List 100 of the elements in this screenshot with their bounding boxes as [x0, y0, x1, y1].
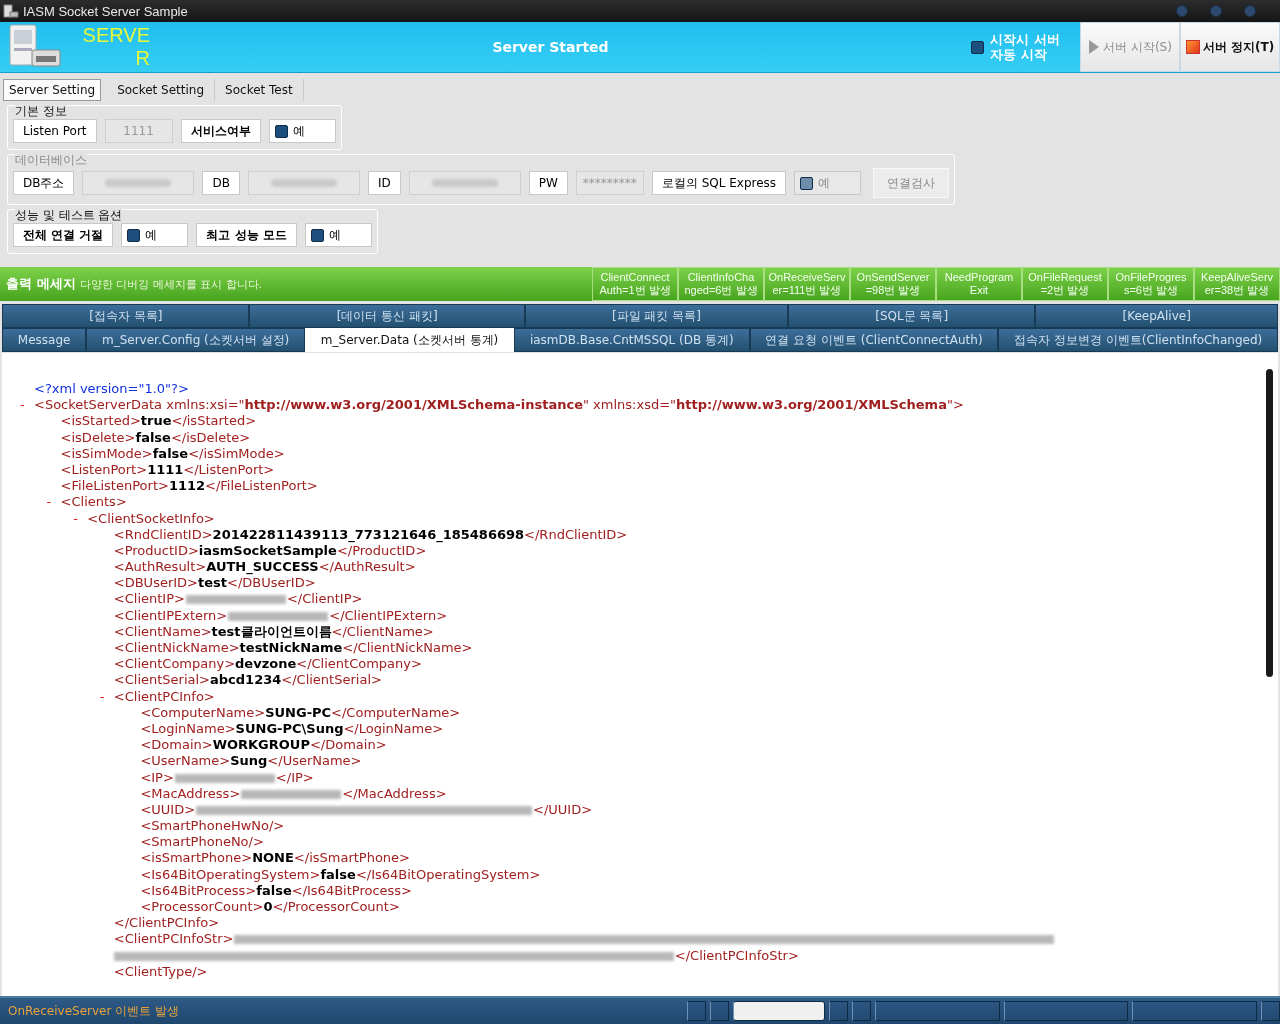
tab[interactable]: iasmDB.Base.CntMSSQL (DB 통계) — [514, 328, 750, 352]
status-message: OnReceiveServer 이벤트 발생 — [7, 1002, 180, 1020]
xml-tag: <ClientIPExtern> — [113, 607, 228, 623]
xml-value: devzone — [235, 656, 297, 672]
scroll-thumb[interactable] — [1265, 369, 1273, 677]
tab[interactable]: Server Setting — [3, 79, 102, 101]
xml-value: false — [152, 445, 189, 461]
tab[interactable]: m_Server.Config (소켓서버 설정) — [86, 328, 306, 352]
xml-tag: <ProductID> — [113, 542, 199, 558]
xml-value: NONE — [252, 850, 294, 866]
xml-tag: <isSimMode> — [60, 445, 153, 461]
tab[interactable]: 연결 요청 이벤트 (ClientConnectAuth) — [749, 328, 999, 352]
xml-tag: </AuthResult> — [318, 559, 416, 575]
xml-value: WORKGROUP — [212, 737, 310, 753]
xml-tag: <ClientNickName> — [113, 640, 240, 655]
xml-tag: <Is64BitOperatingSystem> — [140, 866, 321, 882]
collapse-toggle[interactable]: - — [73, 510, 78, 527]
xml-tag: <Is64BitProcess> — [140, 882, 257, 898]
window-title: IASM Socket Server Sample — [23, 3, 189, 19]
event-counter: OnFileRequest =2번 발생 — [1022, 267, 1108, 301]
xml-value: SUNG-PC — [265, 704, 332, 720]
checkbox-field[interactable]: 예 — [121, 223, 189, 247]
xml-value: 201422811439113_773121646_185486698 — [212, 526, 525, 542]
xml-tag: <ClientCompany> — [113, 656, 236, 672]
checkbox[interactable] — [971, 40, 984, 54]
xml-tag: </ClientPCInfo> — [113, 915, 220, 931]
xml-tag: <ClientSerial> — [113, 672, 210, 688]
xml-tag: <IP> — [140, 769, 174, 785]
tab[interactable]: [KeepAlive] — [1035, 304, 1278, 328]
xml-tag: </ListenPort> — [183, 461, 275, 477]
xml-value: 0 — [263, 899, 273, 914]
xml-tag: <?xml version="1.0"?> — [34, 381, 189, 396]
window-button[interactable] — [1176, 5, 1188, 17]
xml-tag: </ClientIP> — [286, 591, 363, 607]
xml-tag: </ClientNickName> — [342, 640, 473, 655]
xml-tag: </Is64BitOperatingSystem> — [355, 866, 541, 882]
event-counter: OnFileProgres s=6번 발생 — [1108, 267, 1194, 301]
xml-tag: <ClientPCInfoStr> — [113, 931, 234, 947]
tab[interactable]: Socket Test — [215, 79, 304, 101]
event-counter: ClientInfoCha nged=6번 발생 — [678, 267, 764, 301]
xml-value: Sung — [230, 753, 268, 769]
xml-tag: <isDelete> — [60, 429, 136, 445]
field-label: DB주소 — [13, 171, 75, 195]
collapse-toggle[interactable]: - — [20, 397, 25, 414]
xml-tag: <SocketServerData xmlns:xsi="http://www.w3.org/2001/XMLSchema-instance" xmlns:xsd="http://www.w3.org/2001/XMLSchema"> — [34, 397, 964, 413]
collapse-toggle[interactable]: - — [99, 688, 105, 705]
xml-tag: <SmartPhoneHwNo/> — [140, 818, 285, 834]
tab[interactable]: Socket Setting — [107, 79, 216, 101]
xml-value: true — [140, 413, 172, 429]
xml-tag: </MacAddress> — [342, 785, 447, 801]
value-field[interactable] — [82, 171, 195, 195]
checkbox-field[interactable]: 예 — [304, 223, 372, 247]
xml-tag: </Is64BitProcess> — [291, 882, 412, 898]
tab[interactable]: m_Server.Data (소켓서버 통계) — [305, 328, 515, 352]
stop-button[interactable]: 서버 정지(T) — [1180, 22, 1280, 72]
xml-value: 1112 — [168, 478, 206, 494]
xml-tag: </ClientIPExtern> — [329, 607, 448, 623]
xml-tag: </isDelete> — [170, 429, 251, 445]
field-label: Listen Port — [13, 119, 97, 143]
xml-tag: </Domain> — [309, 737, 387, 753]
tab[interactable]: Message — [2, 328, 87, 352]
app-icon — [3, 3, 19, 19]
event-counter: OnReceiveServ er=111번 발생 — [764, 267, 850, 301]
xml-tag: <SmartPhoneNo/> — [140, 834, 264, 850]
value-field[interactable] — [408, 171, 521, 195]
tab[interactable]: [SQL문 목록] — [788, 304, 1036, 328]
status-panel — [829, 1001, 849, 1021]
collapse-toggle[interactable]: - — [46, 494, 52, 511]
tab[interactable]: [데이터 통신 패킷] — [249, 304, 525, 328]
tab[interactable]: [접속자 목록] — [2, 304, 250, 328]
field-label: DB — [202, 171, 240, 195]
checkbox-field[interactable]: 예 — [268, 119, 336, 143]
group-title: 성능 및 테스트 옵션 — [15, 209, 123, 221]
group-title: 데이터베이스 — [15, 154, 87, 166]
xml-tag: <FileListenPort> — [60, 478, 169, 494]
xml-tag: <LoginName> — [140, 720, 236, 736]
tab[interactable]: [파일 패킷 목록] — [524, 304, 789, 328]
event-counter: KeepAliveServ er=38번 발생 — [1194, 267, 1280, 301]
xml-tag: <RndClientID> — [113, 526, 213, 542]
xml-tag: <ClientIP> — [113, 591, 185, 607]
xml-value: AUTH_SUCCESS — [206, 559, 319, 575]
stop-icon — [1185, 40, 1200, 54]
xml-tag: </ClientName> — [331, 623, 434, 639]
xml-tag: </ProcessorCount> — [272, 899, 400, 914]
event-counter: OnSendServer =98번 발생 — [850, 267, 936, 301]
xml-tag: </ProductID> — [336, 542, 427, 558]
window-button[interactable] — [1210, 5, 1222, 17]
tab[interactable]: 접속자 정보변경 이벤트(ClientInfoChanged) — [998, 328, 1279, 352]
xml-tag: <ComputerName> — [140, 704, 266, 720]
xml-tag: </ComputerName> — [331, 704, 461, 720]
xml-tag: <isSmartPhone> — [140, 850, 253, 866]
xml-value: test클라이언트이름 — [211, 623, 332, 639]
xml-tag: <ProcessorCount> — [140, 899, 264, 914]
xml-value: test — [198, 575, 227, 591]
field-label: PW — [528, 171, 568, 195]
window-button[interactable] — [1244, 5, 1256, 17]
xml-tag: <ClientPCInfo> — [113, 688, 215, 704]
value-field[interactable] — [247, 171, 360, 195]
bar-description: 다양한 디버깅 메세지를 표시 합니다. — [79, 278, 262, 291]
field-label: 전체 연결 거절 — [13, 223, 114, 247]
